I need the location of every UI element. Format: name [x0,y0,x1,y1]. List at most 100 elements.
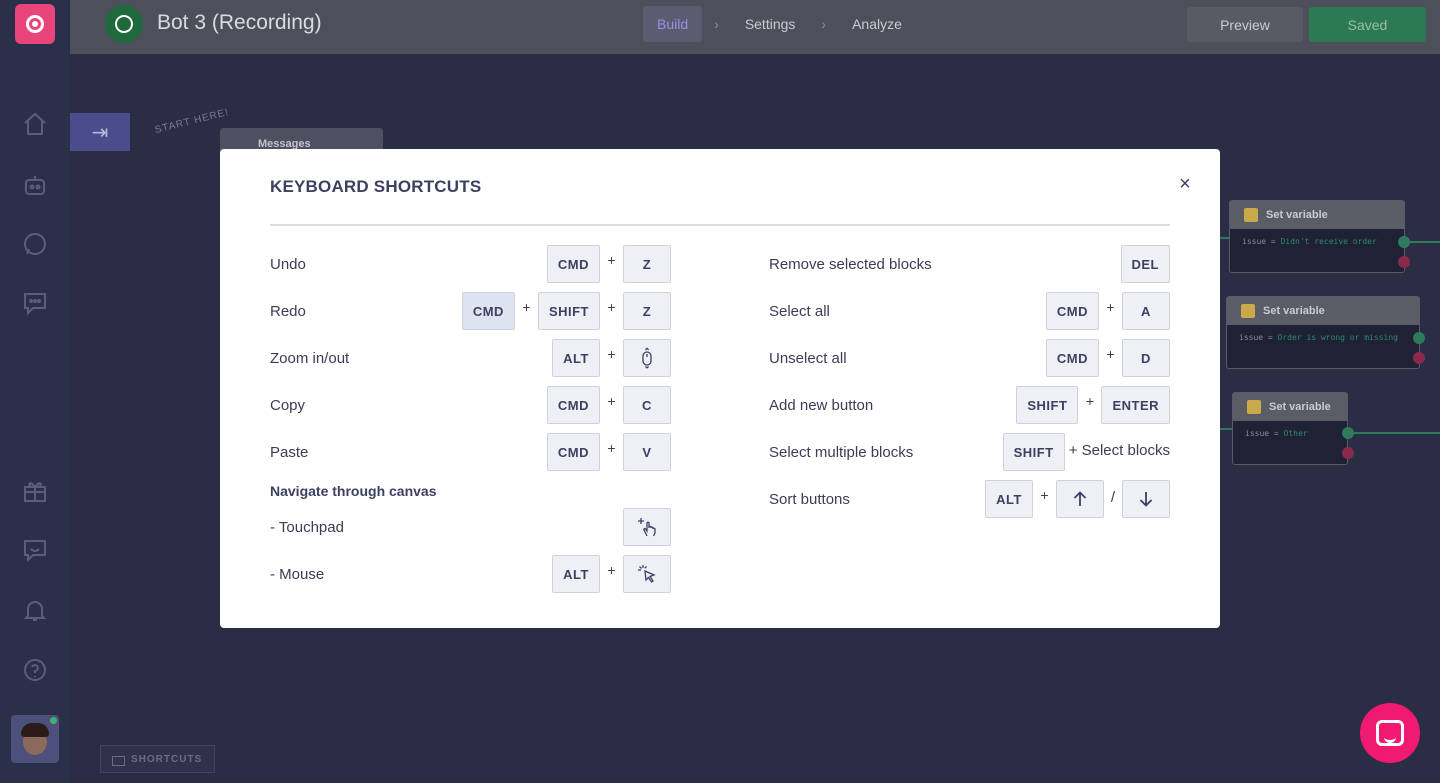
set-variable-block[interactable]: Set variable issue = Order is wrong or m… [1226,296,1420,369]
variable-name: issue [1239,333,1264,342]
shortcut-row-mouse: - Mouse ALT + [270,555,671,593]
key-alt: ALT [985,480,1033,518]
arrow-up-icon [1056,480,1104,518]
collapse-panel-icon[interactable]: ⇥ [70,113,130,151]
block-title: Set variable [1269,401,1331,413]
top-header: Bot 3 (Recording) Build › Settings › Ana… [70,0,1440,54]
arrow-down-icon [1122,480,1170,518]
key-z: Z [623,292,671,330]
gift-icon[interactable] [21,477,49,505]
variable-value: Didn't receive order [1280,237,1377,246]
whatsapp-icon[interactable] [21,230,49,258]
key-alt: ALT [552,339,600,377]
key-cmd: CMD [546,386,600,424]
variable-value: Other [1283,429,1308,438]
shortcut-row-remove: Remove selected blocks DEL [769,245,1170,283]
shortcut-label: Select all [769,303,830,320]
modal-title: KEYBOARD SHORTCUTS [270,177,482,196]
tab-settings[interactable]: Settings [731,6,810,42]
home-icon[interactable] [21,110,49,138]
shortcut-row-touchpad: - Touchpad [270,508,671,546]
tab-build[interactable]: Build [643,6,703,42]
shortcut-label: - Touchpad [270,519,344,536]
plus-sign: + [607,393,616,409]
plus-sign: + [607,440,616,456]
failure-port[interactable] [1342,447,1354,459]
plus-sign: + [607,346,616,362]
shortcut-row-redo: Redo CMD + SHIFT + Z [270,292,671,330]
failure-port[interactable] [1413,352,1425,364]
pencil-icon [1247,400,1261,414]
user-avatar[interactable] [11,715,59,763]
saved-button[interactable]: Saved [1309,7,1426,42]
mouse-click-icon [623,555,671,593]
key-v: V [623,433,671,471]
shortcut-row-copy: Copy CMD + C [270,386,671,424]
whatsapp-channel-icon [105,5,143,43]
success-port[interactable] [1413,332,1425,344]
key-c: C [623,386,671,424]
block-title: Set variable [1263,305,1325,317]
key-alt: ALT [552,555,600,593]
failure-port[interactable] [1398,256,1410,268]
variable-name: issue [1242,237,1267,246]
key-shift: SHIFT [537,292,600,330]
set-variable-block[interactable]: Set variable issue = Didn't receive orde… [1229,200,1405,273]
plus-sign: + [1040,487,1049,503]
pencil-icon [1244,208,1258,222]
connector-line [1220,428,1232,430]
chat-icon[interactable] [21,289,49,317]
plus-sign: + [1106,346,1115,362]
tab-analyze[interactable]: Analyze [838,6,916,42]
support-chat-button[interactable] [1360,703,1420,763]
help-icon[interactable] [21,656,49,684]
feedback-icon[interactable] [21,536,49,564]
chevron-right-icon: › [714,16,719,32]
slash-separator: / [1110,488,1116,506]
success-port[interactable] [1342,427,1354,439]
shortcut-label: Redo [270,303,306,320]
key-cmd: CMD [1045,339,1099,377]
key-shift: SHIFT [1016,386,1079,424]
key-a: A [1122,292,1170,330]
connector-line [1410,241,1440,243]
bell-icon[interactable] [21,596,49,624]
chat-bubble-icon [1376,720,1404,746]
online-status-dot [50,717,57,724]
key-cmd: CMD [546,433,600,471]
shortcuts-button[interactable]: SHORTCUTS [100,745,215,773]
plus-sign: + [607,299,616,315]
left-sidebar [0,0,70,783]
close-icon[interactable]: × [1175,174,1195,194]
chevron-right-icon: › [821,16,827,32]
shortcut-row-unselect-all: Unselect all CMD + D [769,339,1170,377]
divider [270,224,1170,226]
set-variable-block[interactable]: Set variable issue = Other [1232,392,1348,465]
plus-sign: + [607,252,616,268]
shortcut-label: Unselect all [769,350,847,367]
key-cmd: CMD [1045,292,1099,330]
key-enter: ENTER [1101,386,1170,424]
shortcut-label: Copy [270,397,306,414]
variable-name: issue [1245,429,1270,438]
key-shift: SHIFT [1002,433,1065,471]
success-port[interactable] [1398,236,1410,248]
app-logo[interactable] [15,4,55,44]
shortcut-row-sort-buttons: Sort buttons ALT + / [769,480,1170,518]
shortcut-row-zoom: Zoom in/out ALT + [270,339,671,377]
shortcut-row-add-button: Add new button SHIFT + ENTER [769,386,1170,424]
shortcut-row-paste: Paste CMD + V [270,433,671,471]
start-here-hint: START HERE! [153,106,231,137]
preview-button[interactable]: Preview [1187,7,1303,42]
key-d: D [1122,339,1170,377]
section-heading-navigate: Navigate through canvas [270,472,671,502]
key-cmd: CMD [546,245,600,283]
plus-sign: + [1085,393,1095,409]
bot-icon[interactable] [21,171,49,199]
bot-title[interactable]: Bot 3 (Recording) [157,11,322,35]
key-del: DEL [1120,245,1170,283]
select-blocks-hint: + Select blocks [1068,441,1170,459]
key-z: Z [623,245,671,283]
shortcut-label: Sort buttons [769,491,850,508]
step-breadcrumb: Build › Settings › Analyze [643,6,916,42]
